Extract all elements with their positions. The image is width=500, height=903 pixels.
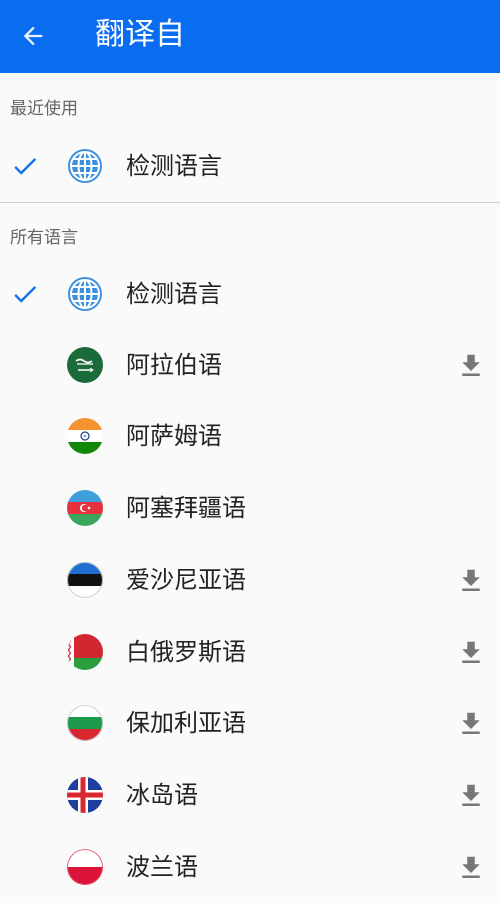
- language-label: 阿塞拜疆语: [126, 494, 246, 522]
- language-label: 波兰语: [126, 853, 198, 881]
- language-label: 阿萨姆语: [126, 422, 222, 450]
- download-icon[interactable]: [456, 566, 486, 596]
- globe-icon: [67, 148, 103, 184]
- language-row-icelandic[interactable]: 冰岛语: [0, 760, 500, 831]
- download-icon[interactable]: [456, 351, 486, 381]
- page-title: 翻译自: [95, 17, 185, 52]
- language-row-arabic[interactable]: 阿拉伯语: [0, 330, 500, 401]
- iceland-flag-icon: [67, 777, 103, 813]
- language-row-recent-detect[interactable]: 检测语言: [0, 131, 500, 202]
- language-row-belarusian[interactable]: 白俄罗斯语: [0, 617, 500, 688]
- language-label: 白俄罗斯语: [126, 638, 246, 666]
- app-bar: 翻译自: [0, 0, 500, 73]
- language-label: 检测语言: [126, 152, 222, 180]
- bulgaria-flag-icon: [67, 705, 103, 741]
- language-row-assamese[interactable]: 阿萨姆语: [0, 401, 500, 472]
- section-header-all: 所有语言: [10, 228, 78, 248]
- language-label: 保加利亚语: [126, 709, 246, 737]
- language-row-azerbaijani[interactable]: 阿塞拜疆语: [0, 473, 500, 544]
- back-button[interactable]: [14, 17, 52, 55]
- download-icon[interactable]: [456, 709, 486, 739]
- checkmark-icon: [10, 279, 40, 309]
- globe-icon: [67, 276, 103, 312]
- language-row-bulgarian[interactable]: 保加利亚语: [0, 688, 500, 759]
- azerbaijan-flag-icon: [67, 490, 103, 526]
- download-icon[interactable]: [456, 638, 486, 668]
- language-row-detect[interactable]: 检测语言: [0, 259, 500, 330]
- language-row-estonian[interactable]: 爱沙尼亚语: [0, 545, 500, 616]
- belarus-flag-icon: [67, 634, 103, 670]
- estonia-flag-icon: [67, 562, 103, 598]
- language-row-polish[interactable]: 波兰语: [0, 832, 500, 903]
- poland-flag-icon: [67, 849, 103, 885]
- download-icon[interactable]: [456, 781, 486, 811]
- section-header-recent: 最近使用: [10, 99, 78, 119]
- section-divider: [0, 202, 500, 203]
- language-label: 检测语言: [126, 280, 222, 308]
- arrow-left-icon: [23, 26, 43, 46]
- checkmark-icon: [10, 151, 40, 181]
- language-label: 阿拉伯语: [126, 351, 222, 379]
- india-flag-icon: [67, 418, 103, 454]
- language-label: 爱沙尼亚语: [126, 566, 246, 594]
- language-label: 冰岛语: [126, 781, 198, 809]
- saudi-flag-icon: [67, 347, 103, 383]
- download-icon[interactable]: [456, 853, 486, 883]
